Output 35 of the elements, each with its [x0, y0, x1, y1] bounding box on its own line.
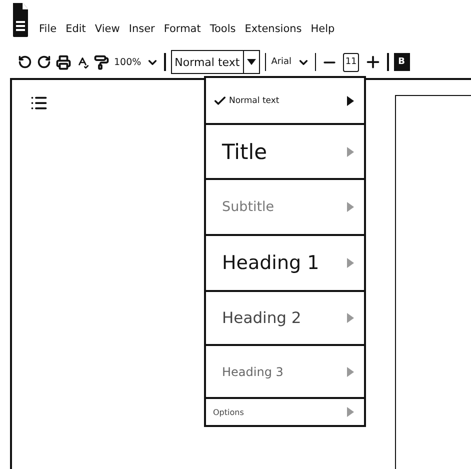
font-select[interactable]: Arial	[271, 57, 292, 67]
style-option[interactable]: Heading 2	[206, 292, 364, 346]
paint-roller-icon[interactable]	[94, 54, 109, 70]
arrow-icon	[347, 407, 354, 417]
style-select[interactable]: Normal text	[170, 50, 260, 74]
menu-item[interactable]: Tools	[210, 23, 236, 35]
menu-item[interactable]: Inser	[128, 23, 155, 35]
style-option[interactable]: Heading 3	[206, 346, 364, 399]
undo-icon[interactable]	[18, 55, 32, 69]
style-option[interactable]: Heading 1	[206, 236, 364, 292]
font-size-field[interactable]: 11	[343, 52, 360, 72]
list-icon[interactable]	[30, 94, 48, 112]
menu-item[interactable]: Extensions	[244, 23, 302, 35]
bold-button[interactable]: B	[394, 53, 410, 71]
arrow-icon	[347, 313, 354, 323]
zoom-select[interactable]: 100%	[114, 56, 142, 68]
menu-item[interactable]: Format	[164, 23, 201, 35]
menu-item[interactable]: View	[94, 23, 120, 35]
document-icon[interactable]	[12, 2, 29, 38]
style-option[interactable]: Subtitle	[206, 180, 364, 236]
menu-item[interactable]: File	[39, 23, 57, 35]
print-icon[interactable]	[56, 54, 71, 70]
menu-item[interactable]: Edit	[66, 23, 86, 35]
arrow-icon	[347, 366, 354, 376]
spellcheck-icon[interactable]	[76, 56, 89, 68]
style-option[interactable]: Title	[206, 125, 364, 180]
arrow-icon	[347, 258, 354, 268]
arrow-icon	[347, 202, 354, 212]
menu-item[interactable]: Help	[310, 23, 335, 35]
arrow-icon	[347, 96, 354, 106]
redo-icon[interactable]	[37, 55, 51, 69]
arrow-icon	[347, 146, 354, 156]
style-option[interactable]: Normal text	[206, 78, 364, 125]
caret-icon[interactable]	[246, 59, 256, 65]
style-option[interactable]: Options	[206, 399, 364, 425]
